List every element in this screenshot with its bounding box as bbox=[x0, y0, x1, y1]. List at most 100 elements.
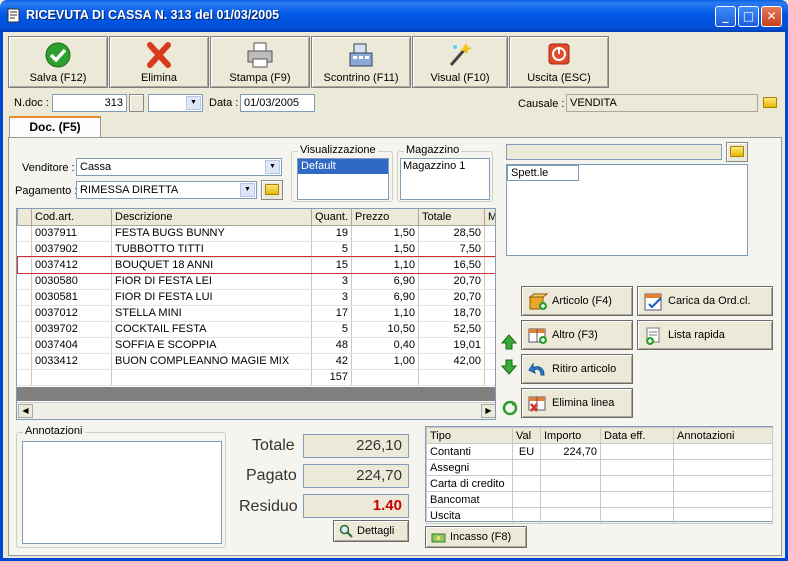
cell-m[interactable] bbox=[484, 241, 495, 258]
cell-prezzo[interactable]: 1,10 bbox=[351, 305, 419, 322]
payment-cell[interactable] bbox=[673, 491, 773, 508]
payment-row[interactable]: Assegni bbox=[426, 459, 773, 476]
col-quant[interactable]: Quant. bbox=[311, 209, 352, 226]
row-indicator[interactable] bbox=[17, 257, 32, 274]
cell-quant[interactable]: 15 bbox=[311, 257, 352, 274]
cell-totale[interactable]: 28,50 bbox=[418, 225, 485, 242]
payment-cell[interactable] bbox=[540, 491, 601, 508]
table-row[interactable]: 0037911 FESTA BUGS BUNNY 19 1,50 28,50 bbox=[17, 225, 495, 242]
payments-grid[interactable]: Tipo Val Importo Data eff. Annotazioni C… bbox=[425, 426, 773, 524]
col-descrizione[interactable]: Descrizione bbox=[111, 209, 312, 226]
table-row[interactable]: 0037412 BOUQUET 18 ANNI 15 1,10 16,50 bbox=[17, 256, 495, 274]
dettagli-button[interactable]: Dettagli bbox=[333, 520, 409, 542]
stampa-button[interactable]: Stampa (F9) bbox=[210, 36, 310, 88]
cell-codart[interactable]: 0037404 bbox=[31, 337, 112, 354]
cell-totale[interactable]: 20,70 bbox=[418, 289, 485, 306]
list-item[interactable]: Magazzino 1 bbox=[403, 160, 465, 172]
series-dropdown[interactable]: ▼ bbox=[148, 94, 203, 112]
altro-button[interactable]: Altro (F3) bbox=[521, 320, 633, 350]
causale-folder-icon[interactable] bbox=[763, 97, 777, 108]
row-indicator[interactable] bbox=[17, 337, 32, 354]
cell-codart[interactable]: 0037412 bbox=[31, 257, 112, 274]
cell-quant[interactable]: 5 bbox=[311, 241, 352, 258]
row-indicator[interactable] bbox=[17, 273, 32, 290]
cell-m[interactable] bbox=[484, 337, 495, 354]
table-row[interactable]: 0037012 STELLA MINI 17 1,10 18,70 bbox=[17, 305, 495, 322]
cell-m[interactable] bbox=[484, 225, 495, 242]
table-row[interactable]: 0039702 COCKTAIL FESTA 5 10,50 52,50 bbox=[17, 321, 495, 338]
row-indicator[interactable] bbox=[17, 289, 32, 306]
col-codart[interactable]: Cod.art. bbox=[31, 209, 112, 226]
table-row[interactable]: 0037404 SOFFIA E SCOPPIA 48 0,40 19,01 bbox=[17, 337, 495, 354]
scontrino-button[interactable]: Scontrino (F11) bbox=[311, 36, 411, 88]
cell-totale[interactable]: 42,00 bbox=[418, 353, 485, 370]
cell-m[interactable] bbox=[484, 305, 495, 322]
col-val[interactable]: Val bbox=[512, 427, 541, 444]
carica-button[interactable]: Carica da Ord.cl. bbox=[637, 286, 773, 316]
table-row[interactable]: 0030580 FIOR DI FESTA LEI 3 6,90 20,70 bbox=[17, 273, 495, 290]
table-row[interactable]: 0030581 FIOR DI FESTA LUI 3 6,90 20,70 bbox=[17, 289, 495, 306]
payment-cell[interactable] bbox=[512, 475, 541, 492]
payment-cell[interactable] bbox=[512, 491, 541, 508]
cell-quant[interactable]: 3 bbox=[311, 273, 352, 290]
cell-codart[interactable]: 0030580 bbox=[31, 273, 112, 290]
row-indicator[interactable] bbox=[17, 241, 32, 258]
payment-cell[interactable] bbox=[600, 459, 674, 476]
payment-row[interactable]: Carta di credito bbox=[426, 475, 773, 492]
elimina-button[interactable]: Elimina bbox=[109, 36, 209, 88]
payment-cell[interactable]: Uscita bbox=[426, 507, 513, 524]
cell-totale[interactable]: 52,50 bbox=[418, 321, 485, 338]
cell-quant[interactable]: 17 bbox=[311, 305, 352, 322]
payment-cell[interactable]: Contanti bbox=[426, 443, 513, 460]
cell-prezzo[interactable]: 1,10 bbox=[351, 257, 419, 274]
cell-codart[interactable]: 0037902 bbox=[31, 241, 112, 258]
payment-cell[interactable]: 224,70 bbox=[540, 443, 601, 460]
payment-cell[interactable] bbox=[600, 507, 674, 524]
payment-row[interactable]: Contanti EU 224,70 bbox=[426, 443, 773, 460]
pagamento-dropdown[interactable]: RIMESSA DIRETTA ▼ bbox=[76, 181, 257, 199]
scroll-right-icon[interactable]: ▶ bbox=[481, 404, 495, 418]
cell-totale[interactable]: 16,50 bbox=[418, 257, 485, 274]
cell-codart[interactable]: 0030581 bbox=[31, 289, 112, 306]
horizontal-scrollbar[interactable]: ◀ ▶ bbox=[17, 402, 495, 419]
payment-cell[interactable]: Bancomat bbox=[426, 491, 513, 508]
cell-quant[interactable]: 48 bbox=[311, 337, 352, 354]
cell-m[interactable] bbox=[484, 289, 495, 306]
cell-totale[interactable]: 7,50 bbox=[418, 241, 485, 258]
visual-button[interactable]: Visual (F10) bbox=[412, 36, 508, 88]
cell-quant[interactable]: 3 bbox=[311, 289, 352, 306]
refresh-icon[interactable] bbox=[502, 400, 518, 416]
col-data-eff[interactable]: Data eff. bbox=[600, 427, 674, 444]
cell-descrizione[interactable]: BUON COMPLEANNO MAGIE MIX bbox=[111, 353, 312, 370]
col-prezzo[interactable]: Prezzo bbox=[351, 209, 419, 226]
payment-cell[interactable] bbox=[512, 459, 541, 476]
scroll-left-icon[interactable]: ◀ bbox=[18, 404, 33, 418]
cell-m[interactable] bbox=[484, 273, 495, 290]
incasso-button[interactable]: Incasso (F8) bbox=[425, 526, 527, 548]
uscita-button[interactable]: Uscita (ESC) bbox=[509, 36, 609, 88]
close-button[interactable]: ✕ bbox=[761, 6, 782, 27]
cell-descrizione[interactable]: TUBBOTTO TITTI bbox=[111, 241, 312, 258]
ritiro-button[interactable]: Ritiro articolo bbox=[521, 354, 633, 384]
cell-m[interactable] bbox=[484, 321, 495, 338]
cell-prezzo[interactable]: 1,50 bbox=[351, 225, 419, 242]
cell-m[interactable] bbox=[484, 353, 495, 370]
magazzino-list[interactable]: Magazzino 1 bbox=[400, 158, 490, 200]
customer-field[interactable] bbox=[506, 144, 722, 160]
col-totale[interactable]: Totale bbox=[418, 209, 485, 226]
list-item[interactable]: Default bbox=[298, 159, 388, 174]
ndoc-button[interactable] bbox=[129, 94, 144, 112]
cell-totale[interactable]: 20,70 bbox=[418, 273, 485, 290]
cell-quant[interactable]: 19 bbox=[311, 225, 352, 242]
cell-descrizione[interactable]: FIOR DI FESTA LUI bbox=[111, 289, 312, 306]
cell-descrizione[interactable]: COCKTAIL FESTA bbox=[111, 321, 312, 338]
venditore-dropdown[interactable]: Cassa ▼ bbox=[76, 158, 282, 176]
payment-cell[interactable] bbox=[540, 507, 601, 524]
payment-cell[interactable] bbox=[600, 475, 674, 492]
spett-field[interactable]: Spett.le bbox=[507, 165, 579, 181]
annotazioni-textarea[interactable] bbox=[22, 441, 222, 544]
salva-button[interactable]: Salva (F12) bbox=[8, 36, 108, 88]
payment-cell[interactable] bbox=[673, 475, 773, 492]
cell-m[interactable] bbox=[484, 257, 495, 274]
data-input[interactable]: 01/03/2005 bbox=[240, 94, 315, 112]
